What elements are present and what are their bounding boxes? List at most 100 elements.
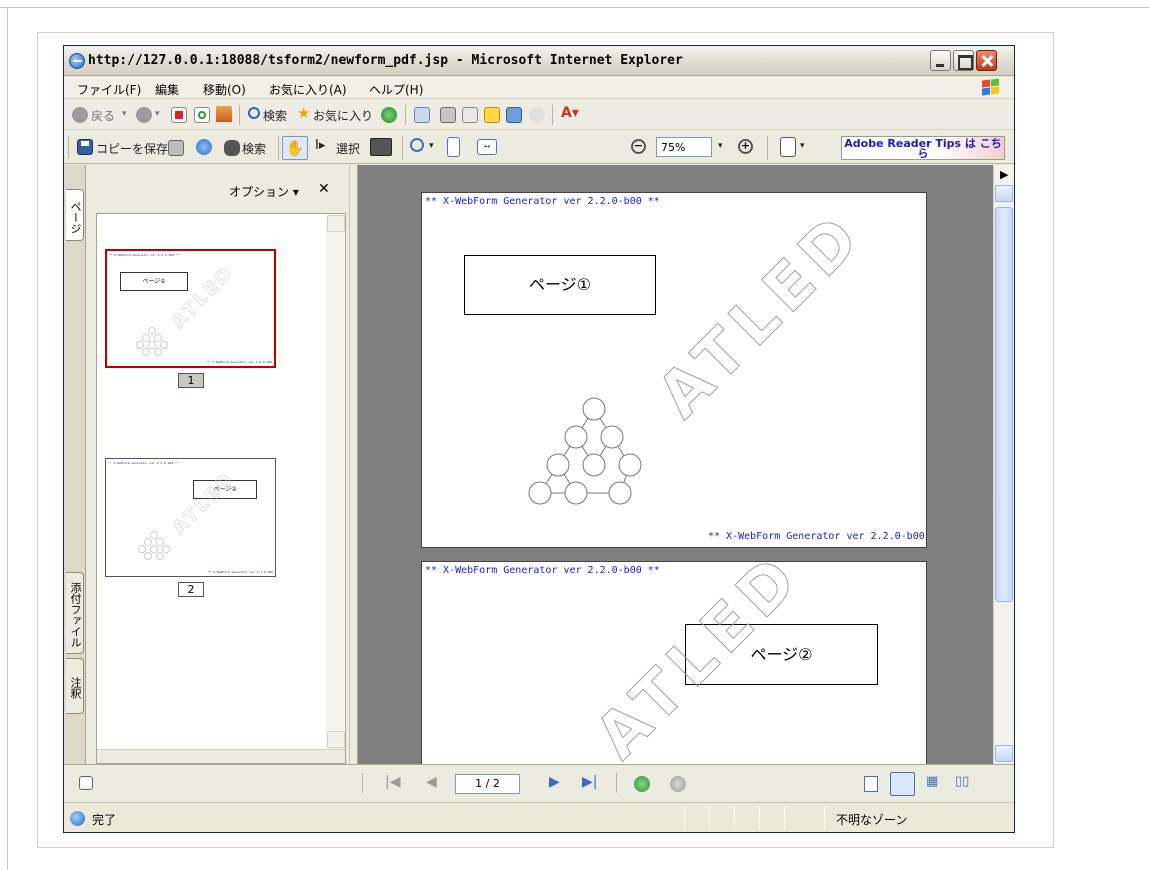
continuous-facing-icon[interactable]: ▦ bbox=[926, 774, 938, 789]
search-icon[interactable] bbox=[248, 107, 260, 119]
thumbnail-page-number-1[interactable]: 1 bbox=[178, 373, 204, 388]
page-number-input[interactable]: 1 / 2 bbox=[455, 774, 520, 794]
fit-page-icon[interactable] bbox=[447, 137, 460, 157]
discuss-icon[interactable] bbox=[484, 107, 500, 123]
zoom-plus-icon[interactable]: + bbox=[738, 139, 753, 154]
menu-file[interactable]: ファイル(F) bbox=[77, 81, 141, 98]
back-arrow-icon[interactable] bbox=[72, 107, 88, 123]
scroll-down-icon[interactable] bbox=[995, 745, 1013, 762]
outer-frame-left bbox=[7, 7, 8, 870]
tab-comments[interactable]: 注釈 bbox=[66, 658, 84, 714]
thumbnail-scrollbar[interactable] bbox=[326, 214, 345, 749]
thumbnail-footer: ** X-WebForm Generator ver 2.2.0-b00 bbox=[207, 570, 273, 574]
forward-arrow-icon[interactable] bbox=[136, 107, 152, 123]
favorites-button-label[interactable]: お気に入り bbox=[313, 107, 373, 124]
thumbnail-page-1[interactable]: ** X-WebForm Generator ver 2.2.0-b00 ** … bbox=[105, 249, 276, 368]
stop-icon[interactable] bbox=[171, 107, 187, 123]
save-icon[interactable] bbox=[77, 139, 93, 155]
save-copy-label[interactable]: コピーを保存 bbox=[96, 140, 168, 157]
svg-text:ATLED: ATLED bbox=[581, 562, 816, 764]
next-page-icon[interactable]: ▶ bbox=[549, 774, 560, 790]
facing-icon[interactable]: ▯▯ bbox=[955, 774, 969, 789]
minimize-button[interactable] bbox=[930, 50, 951, 71]
messenger-icon[interactable] bbox=[529, 107, 545, 123]
page-navigation-bar: |◀ ◀ 1 / 2 ▶ ▶| ▦ ▯▯ bbox=[64, 764, 1014, 802]
mail-icon[interactable] bbox=[414, 107, 430, 123]
refresh-icon[interactable] bbox=[194, 107, 210, 123]
select-tool-icon[interactable]: I▸ bbox=[315, 138, 325, 153]
zoom-in-dropdown-icon[interactable]: ▾ bbox=[429, 141, 434, 151]
thumbnail-page-2[interactable]: ** X-WebForm Generator ver 2.2.0-b00 ** … bbox=[105, 458, 276, 577]
adobe-reader-tips-button[interactable]: Adobe Reader Tips は こちら bbox=[841, 136, 1005, 160]
research-icon[interactable] bbox=[506, 107, 522, 123]
maximize-button[interactable] bbox=[953, 50, 974, 71]
fit-width-icon[interactable]: ↔ bbox=[477, 139, 497, 155]
forward-dropdown-icon[interactable]: ▾ bbox=[155, 109, 160, 119]
title-bar[interactable]: http://127.0.0.1:18088/tsform2/newform_p… bbox=[64, 46, 1014, 76]
hand-tool-icon[interactable]: ✋ bbox=[282, 136, 308, 160]
print-icon[interactable] bbox=[440, 107, 456, 123]
thumbnail-footer: ** X-WebForm Generator ver 2.2.0-b00 bbox=[206, 360, 272, 364]
binoculars-icon[interactable] bbox=[224, 140, 240, 156]
acrobat-icon[interactable]: A▾ bbox=[561, 105, 579, 121]
last-page-icon[interactable]: ▶| bbox=[582, 774, 597, 790]
single-page-icon[interactable] bbox=[864, 776, 878, 792]
pages-dropdown-icon[interactable]: ▾ bbox=[800, 141, 805, 151]
back-button-label[interactable]: 戻る bbox=[91, 107, 115, 124]
pages-icon[interactable] bbox=[780, 137, 796, 157]
menu-favorites[interactable]: お気に入り(A) bbox=[269, 81, 347, 98]
first-page-icon[interactable]: |◀ bbox=[385, 774, 400, 790]
status-text: 完了 bbox=[92, 813, 117, 827]
scroll-up-icon[interactable] bbox=[995, 185, 1013, 202]
thumbnail-page-number-2[interactable]: 2 bbox=[178, 582, 204, 597]
svg-text:ATLED: ATLED bbox=[169, 468, 239, 538]
reader-search-label[interactable]: 検索 bbox=[242, 140, 266, 157]
pdf-page-2: ** X-WebForm Generator ver 2.2.0-b00 ** … bbox=[421, 561, 927, 764]
go-back-icon[interactable] bbox=[634, 776, 650, 792]
search-button-label[interactable]: 検索 bbox=[263, 107, 287, 124]
menu-go[interactable]: 移動(O) bbox=[203, 81, 246, 98]
continuous-icon[interactable] bbox=[890, 772, 915, 796]
outer-frame-top bbox=[0, 7, 1149, 8]
tab-pages[interactable]: ページ bbox=[66, 189, 84, 241]
snapshot-icon[interactable] bbox=[370, 138, 392, 156]
security-zone: 不明なゾーン bbox=[836, 813, 908, 827]
select-tool-label[interactable]: 選択 bbox=[336, 140, 360, 157]
go-forward-icon[interactable] bbox=[670, 776, 686, 792]
zoom-out-minus-icon[interactable]: − bbox=[631, 139, 646, 154]
home-icon[interactable] bbox=[216, 106, 232, 122]
zoom-dropdown-icon[interactable]: ▾ bbox=[718, 141, 723, 151]
ie-toolbar: 戻る ▾ ▾ 検索 ★ お気に入り A▾ bbox=[64, 100, 1014, 130]
email-icon[interactable] bbox=[196, 139, 212, 155]
ie-page-icon bbox=[70, 811, 85, 826]
thumbnail-list[interactable]: ** X-WebForm Generator ver 2.2.0-b00 ** … bbox=[96, 213, 346, 764]
print-icon[interactable] bbox=[168, 140, 184, 156]
scroll-down-icon[interactable] bbox=[327, 731, 345, 748]
panel-splitter[interactable] bbox=[349, 165, 358, 764]
navigation-tabs: ページ 添付ファイル 注釈 bbox=[64, 165, 86, 764]
panel-arrow-icon[interactable]: ▶ bbox=[1000, 168, 1008, 181]
menu-edit[interactable]: 編集 bbox=[155, 81, 179, 98]
document-properties-icon[interactable] bbox=[79, 776, 93, 790]
options-menu[interactable]: オプション ▾ bbox=[229, 183, 299, 200]
close-button[interactable] bbox=[976, 50, 997, 71]
document-view[interactable]: ** X-WebForm Generator ver 2.2.0-b00 ** … bbox=[358, 165, 993, 764]
document-scrollbar[interactable]: ▶ bbox=[993, 165, 1014, 764]
prev-page-icon[interactable]: ◀ bbox=[426, 774, 437, 790]
history-icon[interactable] bbox=[381, 107, 397, 123]
thumbnail-watermark: ATLED bbox=[136, 262, 238, 356]
menu-help[interactable]: ヘルプ(H) bbox=[369, 81, 423, 98]
zoom-in-icon[interactable] bbox=[410, 138, 424, 152]
zoom-select[interactable]: 75% bbox=[656, 137, 712, 157]
page-footer: ** X-WebForm Generator ver 2.2.0-b00 bbox=[708, 531, 925, 542]
ie-icon bbox=[69, 53, 85, 69]
thumbnail-hscroll[interactable] bbox=[97, 749, 345, 763]
svg-text:ATLED: ATLED bbox=[168, 262, 238, 332]
close-panel-icon[interactable]: ✕ bbox=[318, 181, 330, 197]
scroll-up-icon[interactable] bbox=[327, 215, 345, 232]
favorites-star-icon[interactable]: ★ bbox=[297, 104, 310, 122]
edit-icon[interactable] bbox=[462, 107, 478, 123]
back-dropdown-icon[interactable]: ▾ bbox=[122, 109, 127, 119]
tab-attachments[interactable]: 添付ファイル bbox=[66, 572, 84, 654]
scroll-thumb[interactable] bbox=[995, 207, 1013, 602]
